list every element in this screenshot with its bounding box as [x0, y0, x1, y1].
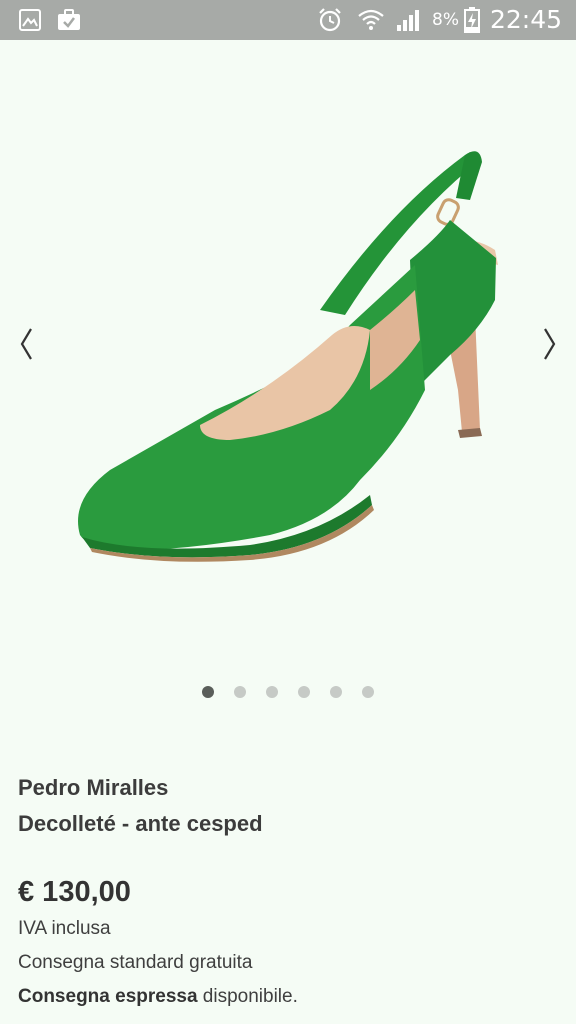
- standard-shipping-note: Consegna standard gratuita: [18, 952, 253, 973]
- next-image-button[interactable]: [530, 316, 570, 372]
- signal-icon: [394, 0, 422, 40]
- pagination-dot-3[interactable]: [266, 686, 278, 698]
- alarm-icon: [316, 0, 344, 40]
- pagination-dot-5[interactable]: [330, 686, 342, 698]
- bag-check-icon: [56, 0, 82, 40]
- chevron-left-icon: [20, 328, 32, 360]
- product-brand: Pedro Miralles: [18, 775, 169, 800]
- pagination-dot-1[interactable]: [202, 686, 214, 698]
- product-image: [78, 151, 498, 562]
- pagination-dot-6[interactable]: [362, 686, 374, 698]
- vat-note: IVA inclusa: [18, 918, 111, 939]
- chevron-right-icon: [544, 328, 556, 360]
- express-shipping-status: disponibile.: [197, 986, 298, 1007]
- pagination-dot-4[interactable]: [298, 686, 310, 698]
- product-page: Pedro Miralles Decolleté - ante cesped €…: [0, 40, 576, 1024]
- pagination-dot-2[interactable]: [234, 686, 246, 698]
- prev-image-button[interactable]: [6, 316, 46, 372]
- express-shipping-label: Consegna espressa: [18, 986, 198, 1007]
- gallery-icon: [18, 0, 42, 40]
- battery-percent: 8%: [432, 10, 459, 30]
- product-name: Decolleté - ante cesped: [18, 811, 263, 836]
- clock: 22:45: [490, 5, 563, 34]
- battery-charging-icon: [462, 0, 482, 40]
- image-pagination: [0, 686, 576, 700]
- wifi-icon: [356, 0, 386, 40]
- express-shipping-note: Consegna espressa disponibile.: [18, 980, 558, 1014]
- product-image-gallery[interactable]: [0, 40, 576, 720]
- product-price: € 130,00: [18, 876, 131, 908]
- status-bar: 8% 22:45: [0, 0, 576, 40]
- product-info: Pedro Miralles Decolleté - ante cesped €…: [18, 770, 558, 1014]
